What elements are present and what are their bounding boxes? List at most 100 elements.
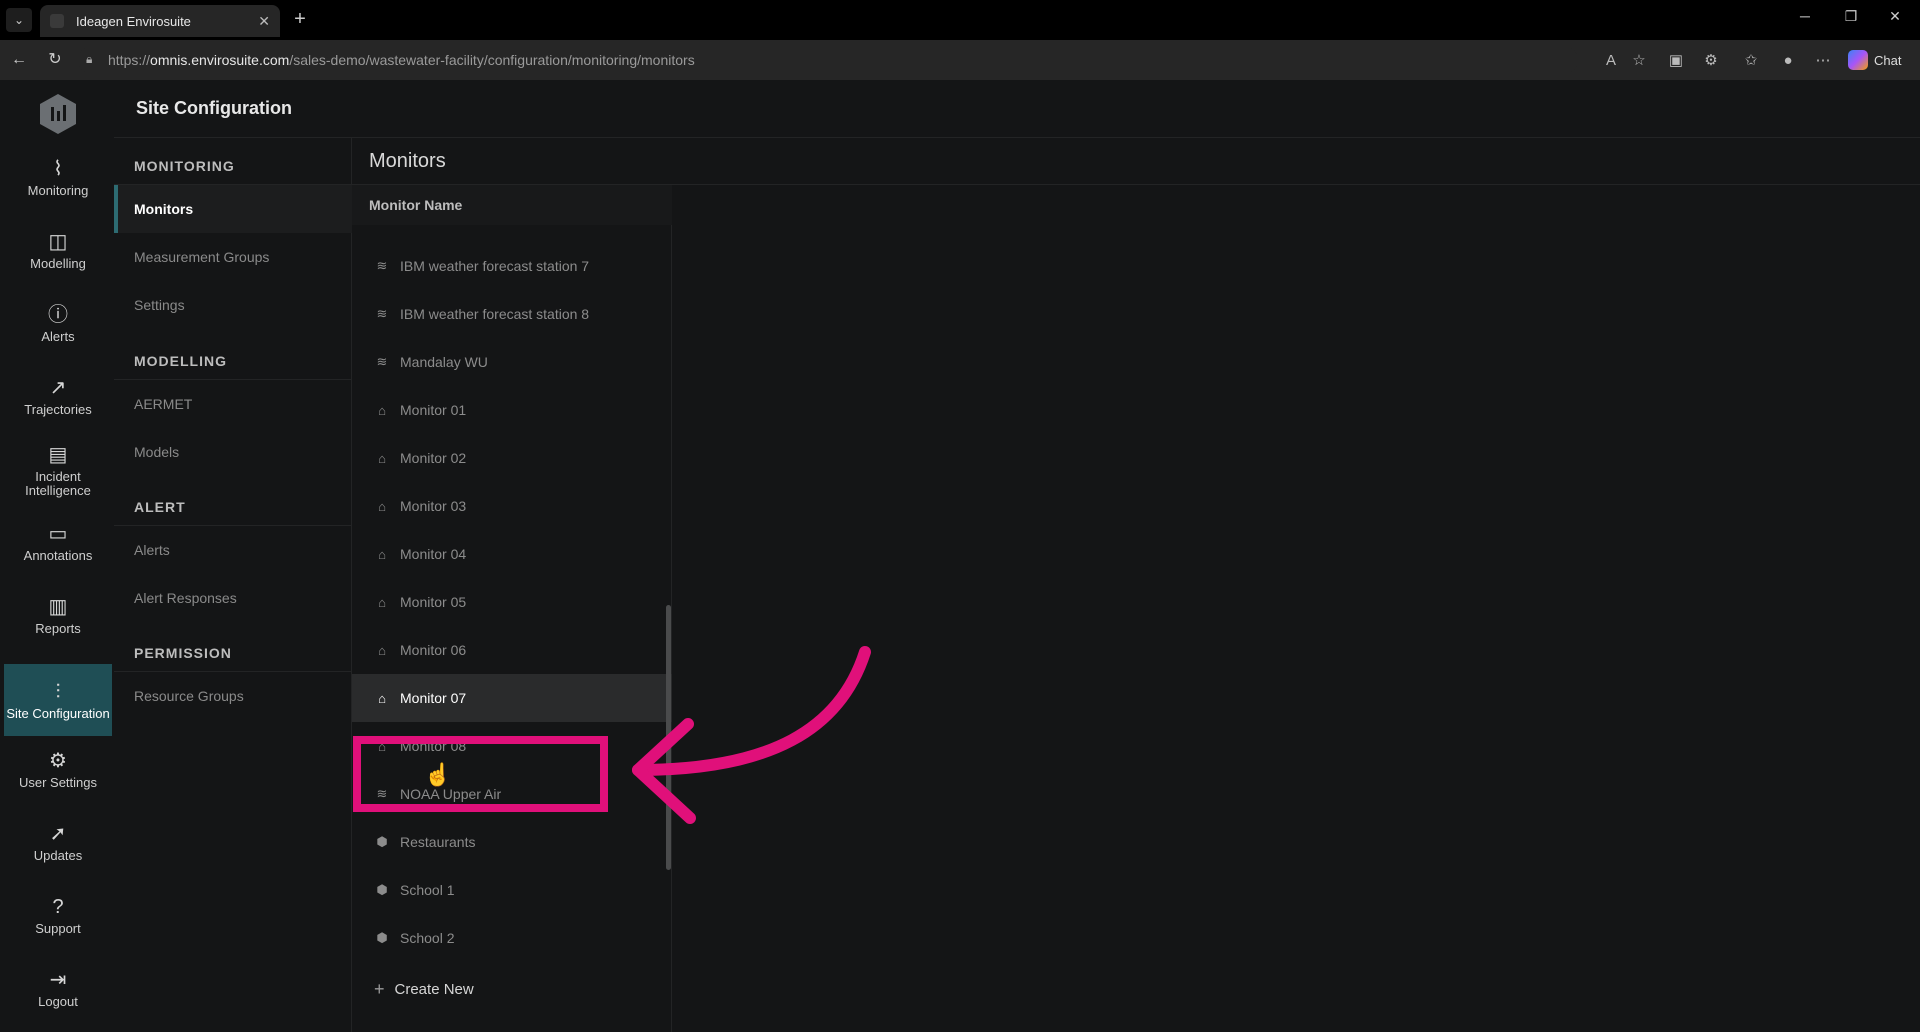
app-logo-icon <box>40 94 76 134</box>
list-item[interactable]: ⌂ Monitor 04 <box>352 530 672 578</box>
sensor-icon: ⌂ <box>378 450 386 466</box>
monitors-content: Monitors Monitor Name ≋ IBM weather forec… <box>352 138 1920 1032</box>
refresh-icon[interactable]: ↻ <box>44 49 66 71</box>
section-title-modelling: MODELLING <box>134 353 227 369</box>
rail-item-alerts[interactable]: ⓘ Alerts <box>4 302 112 344</box>
trajectory-icon: ↗ <box>49 377 67 399</box>
subnav-item-alert-responses[interactable]: Alert Responses <box>114 574 352 622</box>
subnav-item-measurement-groups[interactable]: Measurement Groups <box>114 233 352 281</box>
tab-list-chevron-icon[interactable]: ⌄ <box>6 8 32 32</box>
close-tab-icon[interactable]: ✕ <box>258 13 270 30</box>
profile-avatar-icon[interactable]: ● <box>1777 50 1799 72</box>
favorite-star-icon[interactable]: ☆ <box>1628 50 1650 72</box>
subnav-item-models[interactable]: Models <box>114 428 352 476</box>
browser-tab-bar: ⌄ Ideagen Envirosuite ✕ + ─ ❐ ✕ <box>0 0 1920 40</box>
help-icon: ? <box>52 896 64 918</box>
subnav-item-settings[interactable]: Settings <box>114 281 352 329</box>
subnav-item-resource-groups[interactable]: Resource Groups <box>114 672 352 720</box>
list-item[interactable]: ≋ IBM weather forecast station 7 <box>352 242 672 290</box>
sensor-icon: ⌂ <box>378 402 386 418</box>
list-item[interactable]: ≋ IBM weather forecast station 8 <box>352 290 672 338</box>
monitor-name: Monitor 07 <box>400 690 467 706</box>
weather-icon: ≋ <box>376 354 388 369</box>
new-tab-plus-icon[interactable]: + <box>288 8 312 32</box>
list-item[interactable]: ⬢ School 2 <box>352 914 672 962</box>
main-nav-rail: ⌇ Monitoring ◫ Modelling ⓘ Alerts ↗ Traj… <box>0 80 114 1032</box>
rail-item-logout[interactable]: ⇥ Logout <box>4 967 112 1009</box>
create-new-button[interactable]: + Create New <box>374 979 474 1000</box>
rail-label: Support <box>35 921 81 936</box>
rail-label: Annotations <box>23 548 93 563</box>
rail-item-updates[interactable]: ➚ Updates <box>4 821 112 863</box>
rail-item-incident-intelligence[interactable]: ▤ Incident Intelligence <box>4 442 112 498</box>
rail-item-monitoring[interactable]: ⌇ Monitoring <box>4 156 112 198</box>
incident-icon: ▤ <box>48 444 68 466</box>
sensor-icon: ⌂ <box>378 546 386 562</box>
subnav-item-monitors[interactable]: Monitors <box>114 185 352 233</box>
monitor-name: Monitor 04 <box>400 546 467 562</box>
annotation-icon: ▭ <box>48 523 68 545</box>
tab-title: Ideagen Envirosuite <box>76 13 191 29</box>
hand-cursor-icon: ☝ <box>424 762 452 787</box>
rail-label: Alerts <box>41 329 75 344</box>
extension-record-icon[interactable]: ▣ <box>1665 50 1687 72</box>
browser-tab[interactable]: Ideagen Envirosuite ✕ <box>40 5 280 37</box>
page-title: Site Configuration <box>136 98 292 118</box>
monitor-name: Monitor 01 <box>400 402 467 418</box>
rail-item-reports[interactable]: ▥ Reports <box>4 594 112 636</box>
more-dots-icon[interactable]: ⋯ <box>1812 50 1834 72</box>
rail-item-annotations[interactable]: ▭ Annotations <box>4 521 112 563</box>
rail-item-trajectories[interactable]: ↗ Trajectories <box>4 375 112 417</box>
rail-item-support[interactable]: ? Support <box>4 894 112 936</box>
sensor-icon: ⌂ <box>378 594 386 610</box>
subnav-item-alerts[interactable]: Alerts <box>114 526 352 574</box>
receptor-icon: ⬢ <box>376 930 388 945</box>
sensor-icon: ⌂ <box>378 690 386 706</box>
alert-icon: ⓘ <box>48 304 68 326</box>
copilot-chat-button[interactable]: Chat <box>1848 48 1901 72</box>
monitor-name: Restaurants <box>400 834 476 850</box>
sliders-icon: ⫶ <box>55 681 61 703</box>
highlight-box <box>353 736 608 812</box>
list-item[interactable]: ⌂ Monitor 02 <box>352 434 672 482</box>
read-aloud-icon[interactable]: A <box>1600 50 1622 72</box>
pointer-arrow-icon <box>632 646 871 824</box>
rail-label: Updates <box>33 848 83 863</box>
extension-icon[interactable]: ⚙ <box>1700 50 1722 72</box>
column-header-monitor-name[interactable]: Monitor Name <box>369 197 462 213</box>
url-host: omnis.envirosuite.com <box>150 52 290 68</box>
restore-icon[interactable]: ❐ <box>1836 8 1866 25</box>
url-input[interactable]: 🔒︎ https://omnis.envirosuite.com/sales-d… <box>78 46 1578 74</box>
page-header: Site Configuration <box>114 80 1920 138</box>
receptor-icon: ⬢ <box>376 834 388 849</box>
create-new-label: Create New <box>394 981 474 998</box>
monitor-name: School 1 <box>400 882 455 898</box>
rail-item-site-configuration[interactable]: ⫶ Site Configuration <box>4 664 112 736</box>
list-item[interactable]: ⬢ School 1 <box>352 866 672 914</box>
sensor-icon: ⌂ <box>378 642 386 658</box>
favicon-icon <box>50 14 64 28</box>
section-title-alert: ALERT <box>134 499 186 515</box>
favorites-icon[interactable]: ✩ <box>1740 50 1762 72</box>
rail-label: User Settings <box>18 775 98 790</box>
pulse-icon: ⌇ <box>53 158 63 180</box>
minimize-icon[interactable]: ─ <box>1790 8 1820 24</box>
logout-icon: ⇥ <box>49 969 67 991</box>
rail-item-user-settings[interactable]: ⚙ User Settings <box>4 748 112 790</box>
reports-icon: ▥ <box>48 596 68 618</box>
subnav-item-aermet[interactable]: AERMET <box>114 380 352 428</box>
window-close-icon[interactable]: ✕ <box>1880 8 1910 25</box>
chat-label: Chat <box>1874 52 1902 68</box>
rail-item-modelling[interactable]: ◫ Modelling <box>4 229 112 271</box>
list-item[interactable]: ⌂ Monitor 05 <box>352 578 672 626</box>
monitor-name: Mandalay WU <box>400 354 488 370</box>
list-item[interactable]: ⌂ Monitor 03 <box>352 482 672 530</box>
section-title-monitoring: MONITORING <box>134 158 235 174</box>
list-item[interactable]: ≋ Mandalay WU <box>352 338 672 386</box>
list-item[interactable]: ⌂ Monitor 01 <box>352 386 672 434</box>
back-arrow-icon[interactable]: ← <box>8 49 30 71</box>
address-bar: ← ↻ 🔒︎ https://omnis.envirosuite.com/sal… <box>0 40 1920 80</box>
rail-label: Trajectories <box>24 402 92 417</box>
monitor-name: IBM weather forecast station 8 <box>400 306 590 322</box>
rail-label: Modelling <box>30 256 86 271</box>
